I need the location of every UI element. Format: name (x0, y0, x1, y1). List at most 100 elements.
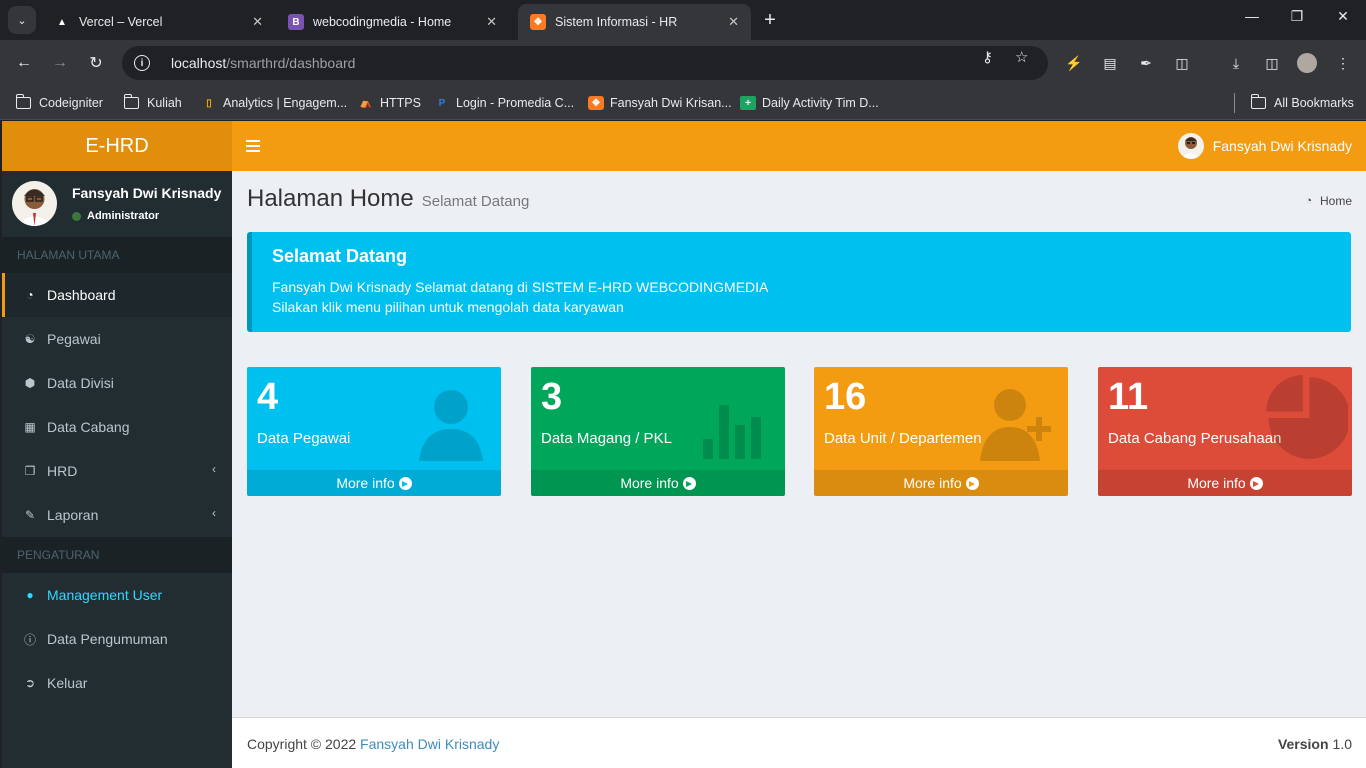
key-icon[interactable]: ⚷ (982, 48, 993, 66)
breadcrumb[interactable]: ◔ Home (1305, 194, 1352, 208)
bookmark-promedia[interactable]: P Login - Promedia C... (434, 93, 574, 113)
edit-icon: ✎ (24, 508, 36, 522)
sidebar-item-label: Data Cabang (47, 419, 130, 435)
online-status-icon (72, 211, 81, 221)
browser-tab-webcodingmedia[interactable]: B webcodingmedia - Home ✕ (276, 4, 509, 40)
bookmark-codeigniter[interactable]: Codeigniter (15, 93, 103, 113)
copyright-text: Copyright © 2022 (247, 736, 357, 752)
more-info-link[interactable]: More info (247, 470, 501, 496)
bookmark-label: HTTPS (380, 96, 421, 110)
info-icon: ⓘ (23, 632, 36, 647)
top-navbar: Fansyah Dwi Krisnady (232, 121, 1366, 171)
extension-book-icon[interactable]: ▤ (1100, 53, 1120, 73)
version-label: Version (1277, 736, 1329, 752)
stat-label: Data Cabang Perusahaan (1108, 430, 1282, 447)
avatar (12, 181, 57, 226)
site-info-icon[interactable]: i (134, 55, 150, 71)
stat-label: Data Pegawai (257, 430, 351, 447)
sidebar-item-pegawai[interactable]: ☯ Pegawai (2, 317, 232, 361)
bookmarks-bar: Codeigniter Kuliah ▯ Analytics | Engagem… (0, 86, 1366, 120)
sidebar-item-keluar[interactable]: ➲ Keluar (2, 661, 232, 705)
sidebar-item-label: HRD (47, 463, 78, 479)
chevron-left-icon: ‹ (212, 462, 216, 476)
author-link[interactable]: Fansyah Dwi Krisnady (360, 736, 499, 752)
sidebar: Fansyah Dwi Krisnady Administrator HALAM… (2, 171, 232, 768)
promedia-icon: P (438, 97, 446, 109)
sidebar-item-label: Management User (47, 587, 163, 603)
browser-tab-hr[interactable]: ❖ Sistem Informasi - HR ✕ (518, 4, 751, 40)
sidebar-item-laporan[interactable]: ✎ Laporan ‹ (2, 493, 232, 537)
download-icon[interactable]: ⤓ (1226, 53, 1246, 73)
user-menu[interactable]: Fansyah Dwi Krisnady (1177, 133, 1352, 159)
bookmark-label: Analytics | Engagem... (223, 96, 348, 110)
close-tab-icon[interactable]: ✕ (728, 14, 739, 30)
sidebar-item-dashboard[interactable]: ◔ Dashboard (2, 273, 232, 317)
stat-value: 11 (1108, 376, 1149, 418)
bookmark-kuliah[interactable]: Kuliah (123, 93, 182, 113)
close-window-icon[interactable]: ✕ (1331, 8, 1355, 25)
shop-icon: ⛺ (359, 97, 373, 109)
reload-icon[interactable]: ↻ (85, 52, 107, 74)
new-tab-button[interactable]: + (760, 8, 780, 32)
sidebar-user-name: Fansyah Dwi Krisnady (72, 185, 222, 201)
more-info-link[interactable]: More info (1098, 470, 1352, 496)
all-bookmarks[interactable]: All Bookmarks (1234, 93, 1354, 113)
close-tab-icon[interactable]: ✕ (486, 14, 497, 30)
more-info-link[interactable]: More info (814, 470, 1068, 496)
dashboard-icon: ◔ (1305, 195, 1312, 207)
browser-tab-vercel[interactable]: ▲ Vercel – Vercel ✕ (42, 4, 275, 40)
stat-box-cabang: 11 Data Cabang Perusahaan More info (1098, 367, 1352, 496)
cube-icon: ⬢ (24, 376, 36, 390)
top-user-name: Fansyah Dwi Krisnady (1212, 138, 1352, 154)
stat-box-pegawai: 4 Data Pegawai More info (247, 367, 501, 496)
app-logo[interactable]: E-HRD (2, 121, 232, 171)
restore-icon[interactable]: ❐ (1285, 8, 1309, 25)
address-bar[interactable]: i localhost/smarthrd/dashboard (122, 46, 1048, 80)
extension-bolt-icon[interactable]: ⚡ (1064, 53, 1084, 73)
profile-avatar-icon[interactable] (1297, 53, 1317, 73)
more-info-text: More info (620, 475, 679, 491)
extensions-puzzle-icon[interactable]: ◫ (1172, 53, 1192, 73)
side-panel-icon[interactable]: ◫ (1262, 53, 1282, 73)
page-subtitle: Selamat Datang (421, 193, 530, 210)
color-picker-icon[interactable]: ✒ (1136, 53, 1156, 73)
bookmark-analytics[interactable]: ▯ Analytics | Engagem... (201, 93, 347, 113)
bookmark-fansyah[interactable]: ❖ Fansyah Dwi Krisan... (588, 93, 732, 113)
bookmark-label: Codeigniter (39, 96, 103, 110)
sidebar-item-management-user[interactable]: ● Management User (2, 573, 232, 617)
close-tab-icon[interactable]: ✕ (252, 14, 263, 30)
xampp-icon: ❖ (588, 96, 604, 110)
user-status: Administrator (72, 210, 159, 222)
sidebar-section-main: HALAMAN UTAMA (2, 237, 232, 273)
tab-title: webcodingmedia - Home (313, 15, 452, 29)
bookmark-daily-activity[interactable]: + Daily Activity Tim D... (740, 93, 879, 113)
bookmark-label: Login - Promedia C... (456, 96, 575, 110)
users-icon: ☯ (24, 332, 36, 346)
minimize-icon[interactable]: — (1240, 8, 1264, 24)
chevron-left-icon: ‹ (212, 506, 216, 520)
main-content: Halaman Home Selamat Datang ◔ Home Selama… (232, 171, 1366, 717)
sidebar-item-data-divisi[interactable]: ⬢ Data Divisi (2, 361, 232, 405)
user-icon: ● (26, 588, 34, 602)
bookmark-https[interactable]: ⛺ HTTPS (358, 93, 421, 113)
sign-out-icon: ➲ (24, 676, 36, 690)
callout-line-1: Fansyah Dwi Krisnady Selamat datang di S… (272, 279, 769, 295)
star-icon[interactable]: ☆ (1015, 48, 1028, 66)
kebab-menu-icon[interactable]: ⋮ (1333, 53, 1353, 73)
tab-search-button[interactable]: ⌄ (8, 6, 36, 34)
user-role: Administrator (87, 210, 160, 222)
user-plus-icon (980, 389, 1051, 461)
browser-tab-strip: ⌄ ▲ Vercel – Vercel ✕ B webcodingmedia -… (0, 0, 1366, 40)
hamburger-menu-icon[interactable] (246, 136, 260, 156)
stat-value: 4 (257, 376, 279, 418)
avatar (1177, 133, 1204, 159)
back-arrow-icon[interactable]: ← (13, 52, 35, 74)
arrow-circle-right-icon (1249, 476, 1263, 490)
sidebar-item-data-pengumuman[interactable]: ⓘ Data Pengumuman (2, 617, 232, 661)
bookmark-label: Daily Activity Tim D... (762, 96, 879, 110)
sidebar-item-hrd[interactable]: ❐ HRD ‹ (2, 449, 232, 493)
forward-arrow-icon[interactable]: → (49, 52, 71, 74)
sidebar-item-data-cabang[interactable]: ▦ Data Cabang (2, 405, 232, 449)
stat-value: 16 (824, 376, 867, 418)
more-info-link[interactable]: More info (531, 470, 785, 496)
